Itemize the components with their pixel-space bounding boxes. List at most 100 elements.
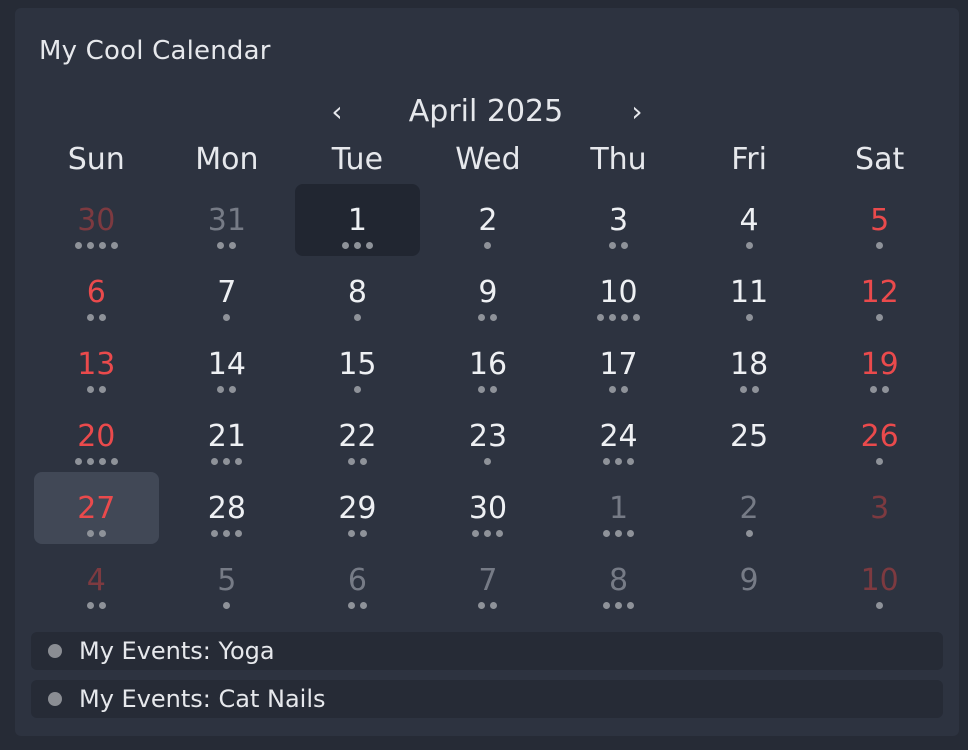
day-number: 20	[77, 419, 116, 454]
day-cell[interactable]: 9	[684, 544, 815, 616]
month-navigation: ‹ April 2025 ›	[15, 92, 959, 136]
day-cell[interactable]: 22	[292, 400, 423, 472]
day-cell[interactable]: 28	[162, 472, 293, 544]
day-cell[interactable]: 3	[553, 184, 684, 256]
day-number: 5	[217, 563, 237, 598]
event-dot	[627, 458, 635, 465]
day-number: 15	[338, 347, 377, 382]
next-month-button[interactable]: ›	[622, 94, 652, 130]
event-bullet-icon	[48, 644, 62, 658]
event-dots	[478, 314, 498, 322]
day-cell[interactable]: 5	[814, 184, 945, 256]
event-dot	[621, 314, 629, 321]
prev-month-button[interactable]: ‹	[322, 94, 352, 130]
day-cell[interactable]: 8	[292, 256, 423, 328]
day-cell[interactable]: 24	[553, 400, 684, 472]
day-cell[interactable]: 29	[292, 472, 423, 544]
day-cell[interactable]: 31	[162, 184, 293, 256]
event-dots	[876, 602, 884, 610]
event-dot	[86, 602, 94, 609]
day-cell[interactable]: 21	[162, 400, 293, 472]
day-number: 21	[207, 419, 246, 454]
day-number: 4	[86, 563, 106, 598]
weekday-mon: Mon	[195, 142, 259, 177]
day-cell[interactable]: 10	[814, 544, 945, 616]
event-dots	[223, 314, 231, 322]
day-cell[interactable]: 7	[162, 256, 293, 328]
day-cell[interactable]: 6	[31, 256, 162, 328]
day-cell[interactable]: 23	[423, 400, 554, 472]
event-dot	[86, 242, 94, 249]
day-cell[interactable]: 13	[31, 328, 162, 400]
day-number: 9	[739, 563, 759, 598]
day-cell[interactable]: 14	[162, 328, 293, 400]
event-dot	[98, 386, 106, 393]
day-cell[interactable]: 9	[423, 256, 554, 328]
event-dot	[74, 458, 82, 465]
event-dot	[211, 530, 219, 537]
day-cell[interactable]: 12	[814, 256, 945, 328]
day-cell[interactable]: 16	[423, 328, 554, 400]
event-item[interactable]: My Events: Yoga	[31, 632, 943, 670]
event-dot	[484, 458, 492, 465]
day-cell[interactable]: 27	[31, 472, 162, 544]
event-dot	[98, 242, 106, 249]
day-cell[interactable]: 4	[31, 544, 162, 616]
day-cell[interactable]: 5	[162, 544, 293, 616]
weekday-header: Sun Mon Tue Wed Thu Fri Sat	[31, 140, 945, 184]
day-cell[interactable]: 11	[684, 256, 815, 328]
event-dot	[217, 386, 225, 393]
day-cell[interactable]: 18	[684, 328, 815, 400]
day-cell[interactable]: 1	[553, 472, 684, 544]
event-item[interactable]: My Events: Cat Nails	[31, 680, 943, 718]
event-dot	[347, 530, 355, 537]
day-cell[interactable]: 19	[814, 328, 945, 400]
day-number: 26	[860, 419, 899, 454]
day-number: 6	[86, 275, 106, 310]
day-number: 7	[217, 275, 237, 310]
day-cell[interactable]: 20	[31, 400, 162, 472]
event-dots	[211, 530, 243, 538]
day-cell[interactable]: 2	[684, 472, 815, 544]
day-number: 10	[599, 275, 638, 310]
day-number: 12	[860, 275, 899, 310]
event-dot	[110, 242, 118, 249]
event-dot	[745, 314, 753, 321]
event-dot	[223, 602, 231, 609]
event-dots	[353, 386, 361, 394]
day-cell[interactable]: 2	[423, 184, 554, 256]
day-grid: 30 31 1 2 3 4 5 6 7 8 9 10 11 12 13 14 15 16 17 18 19 20 21 22 2…	[31, 184, 945, 616]
day-cell[interactable]: 30	[31, 184, 162, 256]
event-dot	[86, 458, 94, 465]
event-dot	[359, 458, 367, 465]
event-dot	[365, 242, 373, 249]
event-label: My Events: Yoga	[79, 637, 275, 665]
day-number: 23	[468, 419, 508, 454]
day-cell[interactable]: 6	[292, 544, 423, 616]
day-cell[interactable]: 17	[553, 328, 684, 400]
day-cell[interactable]: 1	[292, 184, 423, 256]
event-dots	[347, 530, 367, 538]
event-dots	[347, 602, 367, 610]
day-cell[interactable]: 30	[423, 472, 554, 544]
event-dots	[597, 314, 641, 322]
day-cell[interactable]: 26	[814, 400, 945, 472]
day-number: 16	[468, 347, 508, 382]
day-number: 7	[478, 563, 498, 598]
day-cell[interactable]: 15	[292, 328, 423, 400]
day-cell[interactable]: 3	[814, 472, 945, 544]
event-dots	[745, 314, 753, 322]
day-cell[interactable]: 7	[423, 544, 554, 616]
event-list: My Events: Yoga My Events: Cat Nails	[31, 632, 943, 728]
day-cell[interactable]: 10	[553, 256, 684, 328]
event-dot	[615, 530, 623, 537]
event-dot	[359, 530, 367, 537]
day-cell[interactable]: 4	[684, 184, 815, 256]
event-dots	[603, 602, 635, 610]
day-cell[interactable]: 8	[553, 544, 684, 616]
day-number: 1	[608, 491, 629, 526]
day-cell[interactable]: 25	[684, 400, 815, 472]
event-dot	[745, 530, 753, 537]
event-dots	[745, 242, 753, 250]
event-dot	[627, 530, 635, 537]
